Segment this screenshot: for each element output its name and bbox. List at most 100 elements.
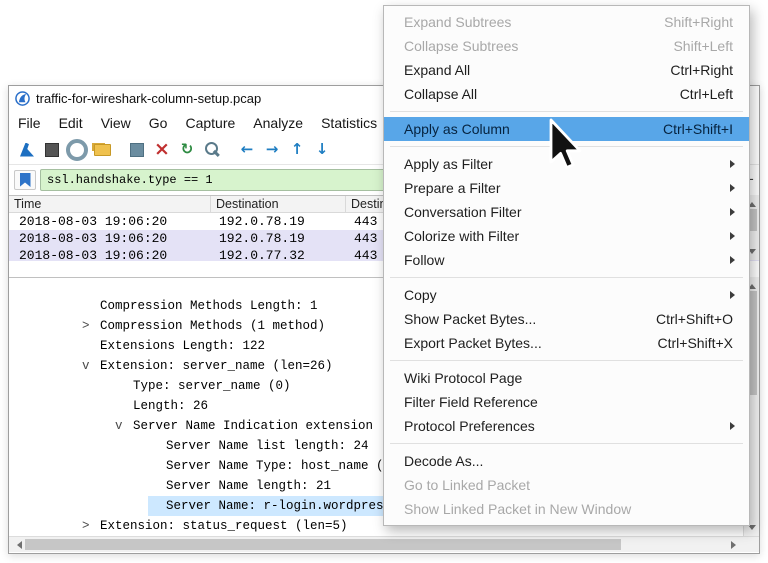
expand-toggle-icon[interactable]: > (82, 516, 100, 536)
menu-item-shortcut: Ctrl+Shift+O (656, 311, 733, 327)
context-menu-item[interactable]: Show Packet Bytes... Ctrl+Shift+O (384, 307, 749, 331)
expand-toggle-icon[interactable] (115, 396, 133, 416)
context-menu-item[interactable]: Expand Subtrees Shift+Right (384, 10, 749, 34)
expand-toggle-icon[interactable] (82, 336, 100, 356)
menu-item-label: Go to Linked Packet (404, 477, 530, 493)
menu-item-label: Apply as Filter (404, 156, 493, 172)
filter-bookmark-button[interactable] (14, 170, 36, 190)
context-menu-item[interactable]: Go to Linked Packet (384, 473, 749, 497)
packet-destination-cell: 192.0.78.19 (211, 230, 346, 247)
indent-spacer (9, 336, 82, 356)
packet-destination-cell: 192.0.77.32 (211, 247, 346, 261)
submenu-arrow-icon (730, 184, 739, 192)
menu-item-label: Show Packet Bytes... (404, 311, 536, 327)
scrollbar-thumb[interactable] (25, 539, 621, 550)
context-menu-item[interactable]: Protocol Preferences (384, 414, 749, 438)
expand-toggle-icon[interactable] (148, 476, 166, 496)
bookmark-icon (20, 173, 31, 187)
menu-bar-item[interactable]: Edit (50, 115, 92, 131)
menu-item-label: Wiki Protocol Page (404, 370, 522, 386)
start-capture-icon[interactable] (15, 138, 39, 162)
stop-capture-icon[interactable] (40, 138, 64, 162)
menu-item-label: Collapse All (404, 86, 477, 102)
menu-item-shortcut: Ctrl+Left (680, 86, 733, 102)
submenu-arrow-icon (730, 208, 739, 216)
expand-toggle-icon[interactable] (148, 436, 166, 456)
expand-toggle-icon[interactable]: > (82, 316, 100, 336)
menu-item-label: Collapse Subtrees (404, 38, 518, 54)
context-menu-item[interactable]: Collapse All Ctrl+Left (384, 82, 749, 106)
right-arrow-icon (731, 541, 740, 549)
find-packet-icon[interactable] (200, 138, 224, 162)
toolbar-separator (225, 138, 234, 162)
menu-item-label: Conversation Filter (404, 204, 522, 220)
indent-spacer (9, 316, 82, 336)
expand-toggle-icon[interactable]: v (82, 356, 100, 376)
reload-file-icon[interactable]: ↻ (175, 138, 199, 162)
close-file-icon[interactable]: × (150, 138, 174, 162)
packet-destination-cell: 192.0.78.19 (211, 213, 346, 230)
column-header[interactable]: Time (9, 196, 211, 212)
window-title: traffic-for-wireshark-column-setup.pcap (36, 91, 261, 106)
context-menu-item[interactable]: Conversation Filter (384, 200, 749, 224)
context-menu-item[interactable]: Decode As... (384, 449, 749, 473)
context-menu-item[interactable]: Follow (384, 248, 749, 272)
submenu-arrow-icon (730, 422, 739, 430)
go-to-top-icon[interactable]: ↑ (285, 138, 309, 162)
detail-line-text: Extensions Length: 122 (100, 336, 265, 356)
menu-bar-item[interactable]: Capture (176, 115, 244, 131)
context-menu-item[interactable]: Show Linked Packet in New Window (384, 497, 749, 521)
expand-toggle-icon[interactable] (148, 456, 166, 476)
context-menu-item[interactable]: Copy (384, 283, 749, 307)
context-menu-item[interactable]: Filter Field Reference (384, 390, 749, 414)
detail-line-text: Compression Methods (1 method) (100, 316, 325, 336)
expand-toggle-icon[interactable]: v (115, 416, 133, 436)
context-menu-item[interactable]: Export Packet Bytes... Ctrl+Shift+X (384, 331, 749, 355)
menu-bar-item[interactable]: File (9, 115, 50, 131)
column-header[interactable]: Destination (211, 196, 346, 212)
packet-time-cell: 2018-08-03 19:06:20 (9, 247, 211, 261)
packet-port-cell: 443 (346, 247, 377, 261)
screen: traffic-for-wireshark-column-setup.pcap … (0, 0, 768, 563)
menu-item-shortcut: Ctrl+Shift+I (663, 121, 733, 137)
indent-spacer (9, 476, 148, 496)
go-back-icon[interactable]: ← (235, 138, 259, 162)
open-file-folder-icon[interactable] (90, 138, 114, 162)
context-menu-item[interactable]: Wiki Protocol Page (384, 366, 749, 390)
context-menu-item[interactable]: Prepare a Filter (384, 176, 749, 200)
detail-line-text: Server Name list length: 24 (166, 436, 369, 456)
scroll-right-button[interactable] (727, 537, 743, 552)
go-forward-icon[interactable]: → (260, 138, 284, 162)
scroll-left-button[interactable] (9, 537, 25, 552)
menu-item-label: Expand Subtrees (404, 14, 511, 30)
save-file-icon[interactable] (125, 138, 149, 162)
menu-bar-item[interactable]: Statistics (312, 115, 386, 131)
context-menu-item[interactable]: Expand All Ctrl+Right (384, 58, 749, 82)
submenu-arrow-icon (730, 160, 739, 168)
indent-spacer (9, 436, 148, 456)
context-menu-item[interactable]: Colorize with Filter (384, 224, 749, 248)
detail-line-text: Type: server_name (0) (133, 376, 291, 396)
menu-item-label: Expand All (404, 62, 470, 78)
packet-port-cell: 443 (346, 230, 377, 247)
expand-toggle-icon[interactable] (115, 376, 133, 396)
expand-toggle-icon[interactable] (148, 496, 166, 516)
details-hscrollbar[interactable] (9, 536, 743, 552)
packet-port-cell: 443 (346, 213, 377, 230)
go-to-bottom-icon[interactable]: ↓ (310, 138, 334, 162)
expand-toggle-icon[interactable] (82, 296, 100, 316)
submenu-arrow-icon (730, 232, 739, 240)
context-menu-item[interactable]: Collapse Subtrees Shift+Left (384, 34, 749, 58)
menu-item-label: Protocol Preferences (404, 418, 535, 434)
capture-options-gear-icon[interactable] (65, 138, 89, 162)
menu-item-shortcut: Shift+Right (664, 14, 733, 30)
menu-item-label: Apply as Column (404, 121, 510, 137)
menu-item-shortcut: Shift+Left (673, 38, 733, 54)
menu-bar-item[interactable]: Analyze (244, 115, 312, 131)
packet-time-cell: 2018-08-03 19:06:20 (9, 230, 211, 247)
menu-bar-item[interactable]: View (92, 115, 140, 131)
context-menu: Expand Subtrees Shift+Right Collapse Sub… (383, 5, 750, 526)
detail-line-text: Extension: server_name (len=26) (100, 356, 333, 376)
menu-bar-item[interactable]: Go (140, 115, 177, 131)
menu-item-label: Filter Field Reference (404, 394, 538, 410)
